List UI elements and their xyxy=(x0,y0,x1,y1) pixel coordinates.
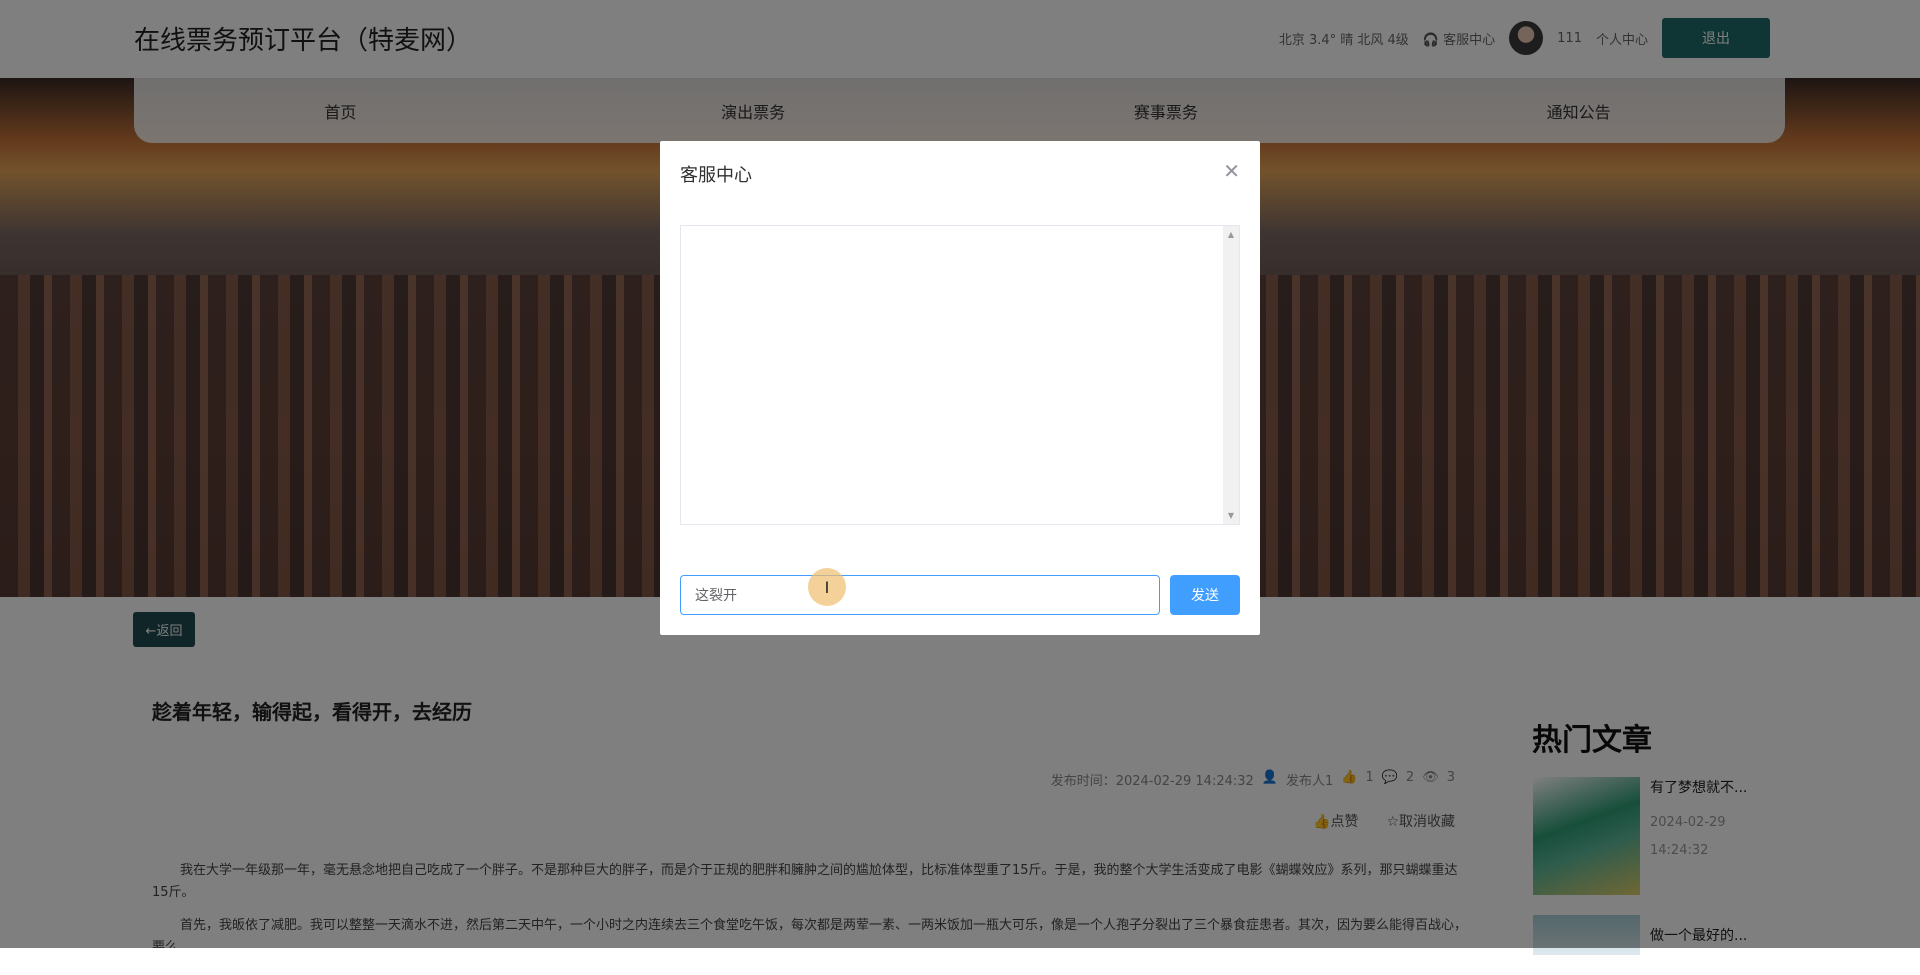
scroll-down-icon[interactable]: ▼ xyxy=(1223,511,1239,520)
text-cursor-icon: I xyxy=(808,568,846,606)
chat-messages: ▲ ▼ xyxy=(680,225,1240,525)
dialog-title: 客服中心 xyxy=(680,165,752,186)
customer-service-dialog: 客服中心 ✕ ▲▼ 发送 xyxy=(660,141,1260,635)
message-input[interactable] xyxy=(680,575,1160,615)
scroll-up-icon[interactable]: ▲ xyxy=(1223,230,1239,239)
close-icon[interactable]: ✕ xyxy=(1223,159,1240,183)
send-button[interactable]: 发送 xyxy=(1170,575,1240,615)
scrollbar[interactable]: ▲ ▼ xyxy=(1223,226,1239,524)
